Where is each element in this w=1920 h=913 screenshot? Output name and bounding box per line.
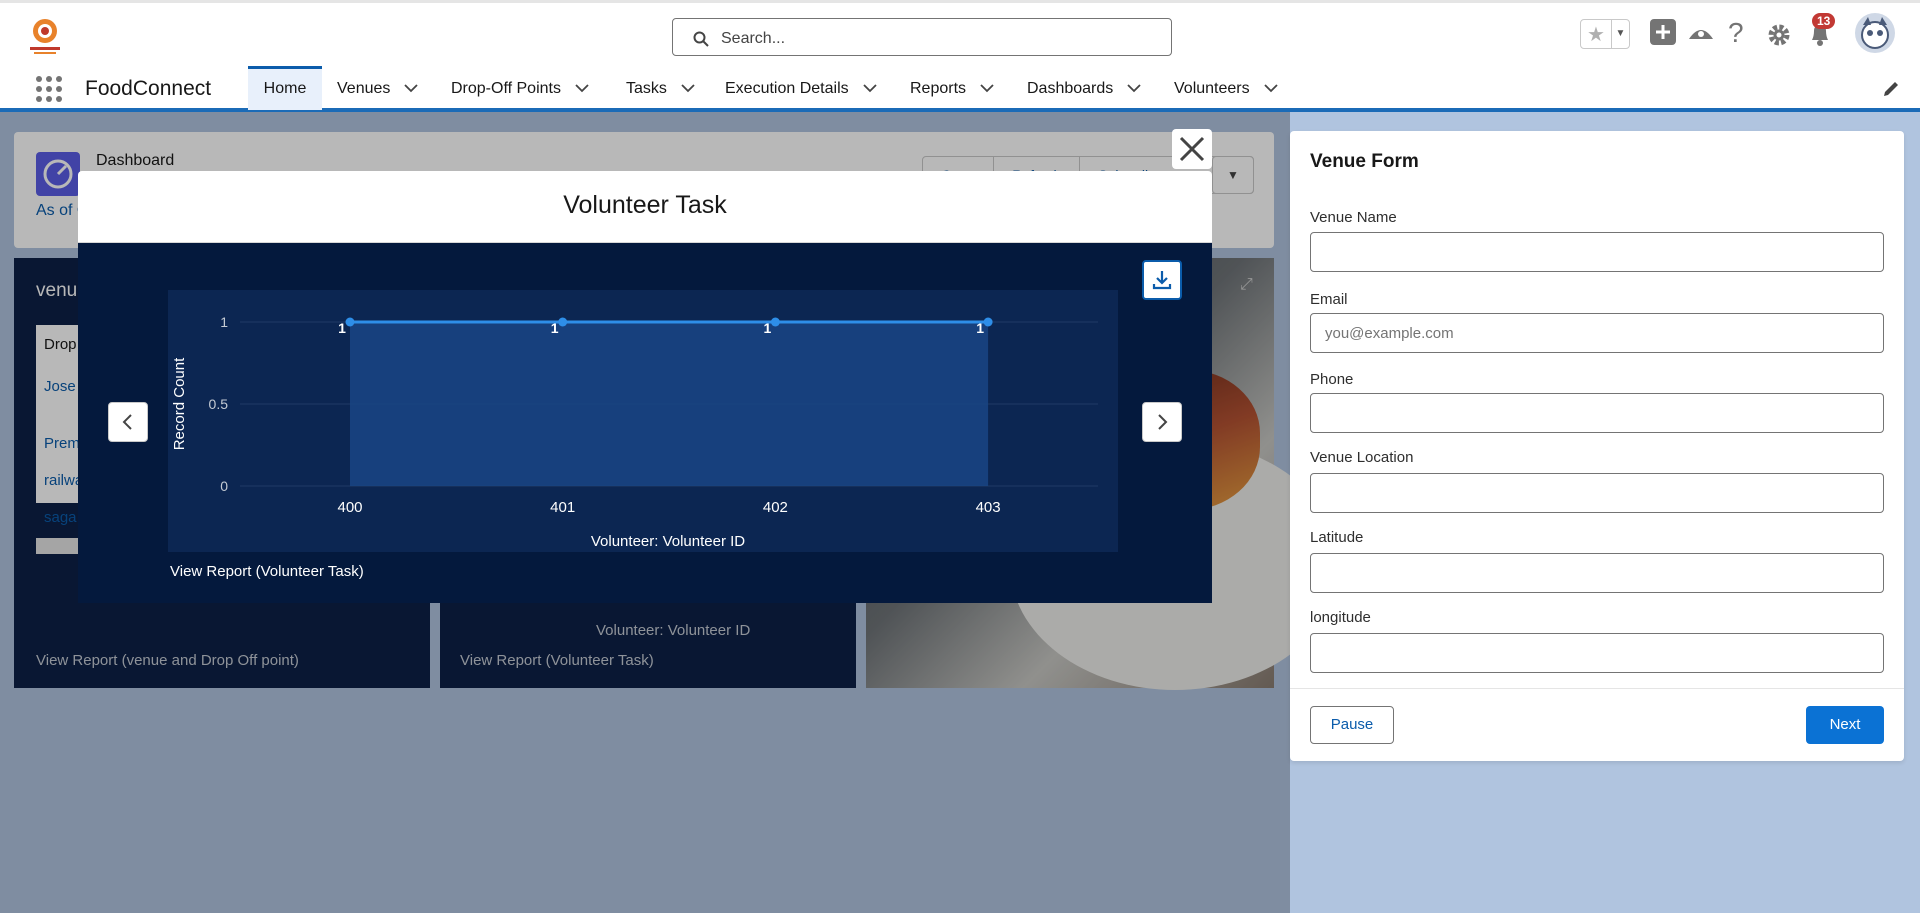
chevron-down-icon[interactable]: [575, 84, 589, 93]
global-search-input[interactable]: Search...: [672, 18, 1172, 56]
tab-label: Volunteers: [1174, 80, 1250, 97]
y-tick-label: 1: [220, 314, 228, 330]
placeholder: you@example.com: [1325, 325, 1454, 342]
view-report-link[interactable]: View Report (Volunteer Task): [170, 563, 364, 580]
tab-dashboards[interactable]: Dashboards: [1027, 66, 1141, 110]
latitude-label: Latitude: [1310, 529, 1364, 546]
tab-label: Tasks: [626, 80, 667, 97]
foodconnect-logo[interactable]: [24, 17, 66, 55]
tab-label: Venues: [337, 80, 391, 97]
data-point: [983, 317, 993, 327]
data-label: 1: [976, 320, 984, 336]
data-label: 1: [764, 320, 772, 336]
x-tick-label: 401: [550, 499, 575, 516]
chevron-right-icon: [1158, 414, 1168, 430]
previous-chart-button[interactable]: [108, 402, 148, 442]
area-fill: [350, 322, 989, 486]
notification-count-badge: 13: [1812, 13, 1836, 29]
x-axis-label: Volunteer: Volunteer ID: [591, 533, 745, 550]
settings-gear-icon[interactable]: [1767, 23, 1791, 47]
longitude-label: longitude: [1310, 609, 1371, 626]
chevron-down-icon[interactable]: [681, 84, 695, 93]
avatar-icon: [1861, 17, 1889, 49]
phone-input[interactable]: [1310, 393, 1884, 433]
tab-venues[interactable]: Venues: [337, 66, 419, 110]
tab-label: Execution Details: [725, 80, 849, 97]
venue-name-label: Venue Name: [1310, 209, 1397, 226]
chevron-down-icon[interactable]: [862, 84, 877, 93]
search-icon: [693, 31, 709, 47]
phone-label: Phone: [1310, 371, 1354, 388]
data-point: [558, 317, 568, 327]
y-tick-label: 0.5: [209, 396, 229, 412]
tab-drop-off-points[interactable]: Drop-Off Points: [451, 66, 589, 110]
x-tick-label: 403: [976, 499, 1001, 516]
download-button[interactable]: [1142, 260, 1182, 300]
chevron-down-icon[interactable]: ▼: [1611, 20, 1629, 48]
chevron-down-icon[interactable]: [980, 84, 994, 93]
venue-location-input[interactable]: [1310, 473, 1884, 513]
favorites-button[interactable]: ★ ▼: [1580, 19, 1630, 49]
user-avatar[interactable]: [1855, 13, 1895, 53]
chevron-down-icon[interactable]: [1127, 84, 1141, 93]
tab-execution-details[interactable]: Execution Details: [725, 66, 877, 110]
tab-label: Reports: [910, 80, 967, 97]
tab-tasks[interactable]: Tasks: [626, 66, 695, 110]
venue-location-label: Venue Location: [1310, 449, 1414, 466]
longitude-input[interactable]: [1310, 633, 1884, 673]
tab-volunteers[interactable]: Volunteers: [1174, 66, 1278, 110]
form-title: Venue Form: [1310, 151, 1419, 172]
tab-home[interactable]: Home: [248, 66, 322, 110]
global-header: Search... ★ ▼ ? 13: [0, 0, 1920, 66]
email-input[interactable]: you@example.com: [1310, 313, 1884, 353]
data-label: 1: [551, 320, 559, 336]
next-chart-button[interactable]: [1142, 402, 1182, 442]
help-icon[interactable]: ?: [1728, 17, 1744, 49]
chevron-down-icon[interactable]: [1263, 84, 1278, 93]
star-icon: ★: [1587, 24, 1605, 46]
modal-title: Volunteer Task: [563, 191, 727, 219]
global-actions-add-icon[interactable]: [1650, 19, 1676, 45]
tab-label: Home: [263, 80, 307, 97]
app-launcher-icon[interactable]: [36, 76, 62, 102]
modal-close-button[interactable]: [1172, 129, 1212, 169]
edit-nav-pencil-icon[interactable]: [1882, 80, 1900, 98]
next-button[interactable]: Next: [1806, 706, 1884, 744]
search-placeholder: Search...: [721, 30, 786, 47]
data-point: [345, 317, 355, 327]
volunteer-task-chart: 0 0.5 1 1 400 1 401 1 402 1 403 Volunteer: Voluntee…: [171, 314, 1098, 550]
chevron-left-icon: [122, 414, 132, 430]
modal-header: Volunteer Task: [78, 171, 1212, 243]
tab-reports[interactable]: Reports: [910, 66, 994, 110]
y-tick-label: 0: [220, 478, 228, 494]
tab-label: Drop-Off Points: [451, 80, 561, 97]
data-label: 1: [338, 320, 346, 336]
chevron-down-icon[interactable]: [404, 84, 419, 93]
latitude-input[interactable]: [1310, 553, 1884, 593]
email-label: Email: [1310, 291, 1348, 308]
close-icon: [1179, 136, 1205, 162]
trailhead-icon[interactable]: [1687, 19, 1715, 45]
app-navigation-bar: FoodConnect Home Venues Drop-Off Points …: [0, 66, 1920, 112]
tab-label: Dashboards: [1027, 80, 1114, 97]
pause-button[interactable]: Pause: [1310, 706, 1394, 744]
data-point: [770, 317, 780, 327]
x-tick-label: 400: [337, 499, 362, 516]
venue-form: Venue Form Venue Name Email you@example.…: [1290, 131, 1904, 761]
app-name: FoodConnect: [85, 77, 212, 100]
venue-name-input[interactable]: [1310, 232, 1884, 272]
x-tick-label: 402: [763, 499, 788, 516]
y-axis-label: Record Count: [171, 357, 188, 450]
form-footer-divider: [1290, 688, 1904, 689]
download-icon: [1152, 271, 1172, 290]
